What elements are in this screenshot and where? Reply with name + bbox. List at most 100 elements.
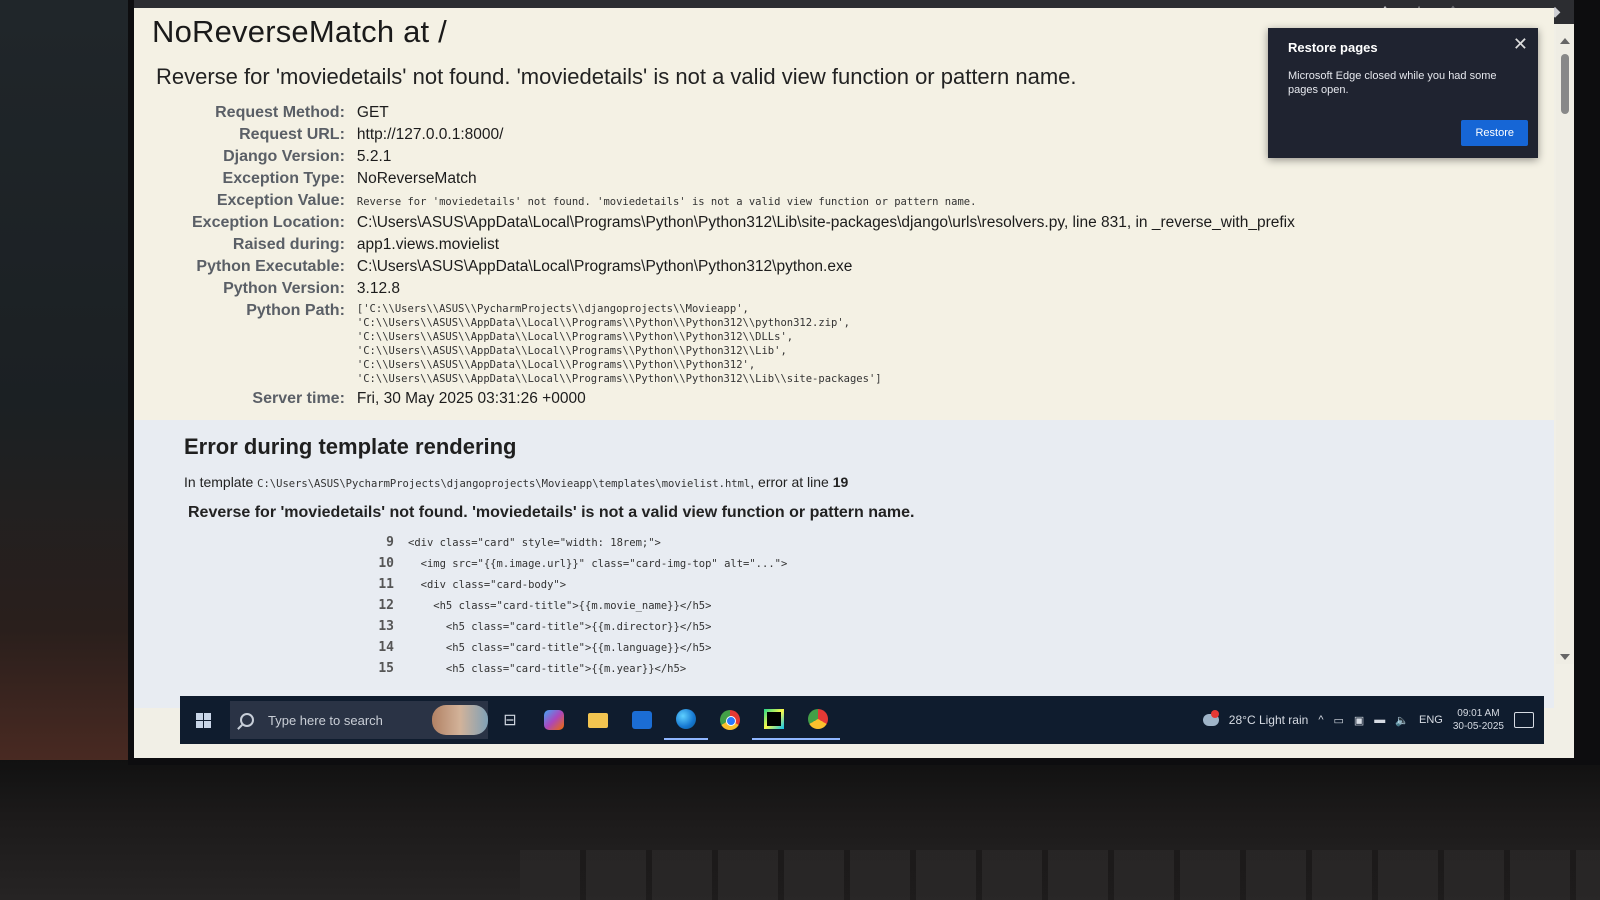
popup-title: Restore pages: [1288, 40, 1378, 55]
laptop-screen: A ☆ ✩ ● ··· ◆ NoReverseMatch at / Revers…: [134, 0, 1574, 758]
chrome-icon: [720, 710, 740, 730]
line-number: 12: [378, 598, 394, 613]
code-line: 11 <div class="card-body">: [364, 574, 1554, 595]
keyboard-keys: [520, 850, 1600, 900]
task-view-button[interactable]: ⊟: [488, 700, 532, 740]
scroll-thumb[interactable]: [1561, 54, 1569, 114]
weather-icon[interactable]: [1202, 710, 1219, 726]
meta-label: Server time:: [252, 390, 345, 407]
outlook-button[interactable]: [620, 700, 664, 740]
search-highlight-image: [432, 705, 488, 735]
python-path-line: ['C:\\Users\\ASUS\\PycharmProjects\\djan…: [356, 303, 749, 315]
scroll-up-arrow-icon[interactable]: [1560, 38, 1570, 44]
windows-taskbar: Type here to search ⊟ 28°C Light rain ^ …: [180, 696, 1544, 744]
python-path-line: 'C:\\Users\\ASUS\\AppData\\Local\\Progra…: [356, 359, 756, 371]
meta-row-exception-value: Exception Value: Reverse for 'moviedetai…: [192, 190, 1295, 212]
search-icon: [240, 713, 254, 727]
code-line: 14 <h5 class="card-title">{{m.language}}…: [364, 637, 1554, 658]
taskbar-clock[interactable]: 09:01 AM 30-05-2025: [1453, 707, 1504, 733]
meta-row-exception-location: Exception Location: C:\Users\ASUS\AppDat…: [192, 212, 1295, 234]
line-source: <img src="{{m.image.url}}" class="card-i…: [408, 557, 788, 570]
meta-row-request-method: Request Method: GET: [192, 102, 1295, 124]
meta-row-server-time: Server time: Fri, 30 May 2025 03:31:26 +…: [192, 388, 1295, 410]
file-explorer-icon: [588, 712, 608, 728]
meta-row-python-version: Python Version: 3.12.8: [192, 278, 1295, 300]
meta-label: Python Path:: [246, 302, 345, 319]
meta-value: C:\Users\ASUS\AppData\Local\Programs\Pyt…: [356, 258, 853, 275]
meta-value: 5.2.1: [356, 148, 392, 165]
code-line: 10 <img src="{{m.image.url}}" class="car…: [364, 553, 1554, 574]
line-source: <h5 class="card-title">{{m.language}}</h…: [408, 641, 712, 654]
meta-label: Request Method:: [215, 104, 345, 121]
meta-row-django-version: Django Version: 5.2.1: [192, 146, 1295, 168]
exception-value-text: Reverse for 'moviedetails' not found. 'm…: [356, 196, 977, 208]
meta-value: GET: [356, 104, 389, 121]
request-meta-table: Request Method: GET Request URL: http://…: [192, 102, 1295, 410]
language-indicator[interactable]: ENG: [1419, 714, 1443, 726]
close-icon[interactable]: ✕: [1513, 34, 1528, 55]
template-error-message: Reverse for 'moviedetails' not found. 'm…: [188, 504, 915, 521]
meta-row-python-path: Python Path: ['C:\\Users\\ASUS\\PycharmP…: [192, 300, 1295, 388]
code-line: 12 <h5 class="card-title">{{m.movie_name…: [364, 595, 1554, 616]
meta-value: Fri, 30 May 2025 03:31:26 +0000: [356, 390, 586, 407]
meta-value: Reverse for 'moviedetails' not found. 'm…: [357, 190, 1295, 212]
python-path-line: 'C:\\Users\\ASUS\\AppData\\Local\\Progra…: [356, 345, 787, 357]
pycharm-button[interactable]: [752, 700, 796, 740]
search-placeholder: Type here to search: [268, 712, 383, 728]
meta-row-raised-during: Raised during: app1.views.movielist: [192, 234, 1295, 256]
line-source: <div class="card-body">: [408, 578, 567, 591]
page-scrollbar[interactable]: [1556, 24, 1574, 664]
line-number: 11: [378, 577, 394, 592]
meta-label: Raised during:: [232, 236, 345, 253]
network-icon[interactable]: ▣: [1354, 714, 1364, 727]
meta-row-request-url: Request URL: http://127.0.0.1:8000/: [192, 124, 1295, 146]
outlook-icon: [632, 711, 652, 729]
line-number: 15: [378, 661, 394, 676]
clock-time: 09:01 AM: [1457, 708, 1500, 719]
python-path-line: 'C:\\Users\\ASUS\\AppData\\Local\\Progra…: [356, 317, 850, 329]
meta-label: Python Version:: [223, 280, 345, 297]
meta-label: Python Executable:: [196, 258, 345, 275]
copilot-taskbar-button[interactable]: [532, 700, 576, 740]
code-line: 13 <h5 class="card-title">{{m.director}}…: [364, 616, 1554, 637]
task-view-icon: ⊟: [503, 712, 517, 729]
meta-value: app1.views.movielist: [356, 236, 500, 253]
meta-value: C:\Users\ASUS\AppData\Local\Programs\Pyt…: [356, 214, 1295, 231]
chrome-profile-button[interactable]: [796, 700, 840, 740]
restore-button[interactable]: Restore: [1461, 120, 1528, 146]
edge-icon: [676, 709, 696, 729]
line-source: <h5 class="card-title">{{m.director}}</h…: [408, 620, 712, 633]
copilot-icon: [544, 710, 564, 730]
edge-button[interactable]: [664, 700, 708, 740]
line-source: <h5 class="card-title">{{m.movie_name}}<…: [408, 599, 712, 612]
meta-value: NoReverseMatch: [356, 170, 477, 187]
python-path-line: 'C:\\Users\\ASUS\\AppData\\Local\\Progra…: [356, 373, 882, 385]
file-explorer-button[interactable]: [576, 700, 620, 740]
scroll-down-arrow-icon[interactable]: [1560, 654, 1570, 660]
meta-label: Request URL:: [239, 126, 345, 143]
battery-icon[interactable]: ▬: [1374, 714, 1385, 726]
tray-overflow-chevron-icon[interactable]: ^: [1318, 714, 1323, 726]
chrome-button[interactable]: [708, 700, 752, 740]
taskbar-search-box[interactable]: Type here to search: [230, 701, 488, 739]
template-error-heading: Error during template rendering: [184, 434, 517, 459]
chrome-profile-icon: [808, 709, 828, 729]
line-number: 13: [378, 619, 394, 634]
meta-label: Exception Value:: [216, 192, 345, 209]
start-button[interactable]: [180, 696, 226, 744]
notification-icon[interactable]: [1514, 712, 1534, 728]
meta-row-python-executable: Python Executable: C:\Users\ASUS\AppData…: [192, 256, 1295, 278]
template-error-section: Error during template rendering In templ…: [134, 420, 1554, 708]
template-location: In template C:\Users\ASUS\PycharmProject…: [184, 474, 1554, 490]
error-at-line-text: , error at line: [750, 474, 829, 490]
code-line: 9 <div class="card" style="width: 18rem;…: [364, 532, 1554, 553]
python-path-list: ['C:\\Users\\ASUS\\PycharmProjects\\djan…: [357, 302, 1295, 386]
meta-row-exception-type: Exception Type: NoReverseMatch: [192, 168, 1295, 190]
windows-logo-icon: [195, 712, 211, 728]
volume-icon[interactable]: 🔈: [1395, 714, 1409, 727]
tray-app-icon[interactable]: ▭: [1333, 714, 1343, 727]
template-prefix: In template: [184, 474, 254, 490]
meta-value: 3.12.8: [356, 280, 401, 297]
meta-label: Exception Location:: [192, 214, 345, 231]
weather-text[interactable]: 28°C Light rain: [1229, 713, 1309, 727]
